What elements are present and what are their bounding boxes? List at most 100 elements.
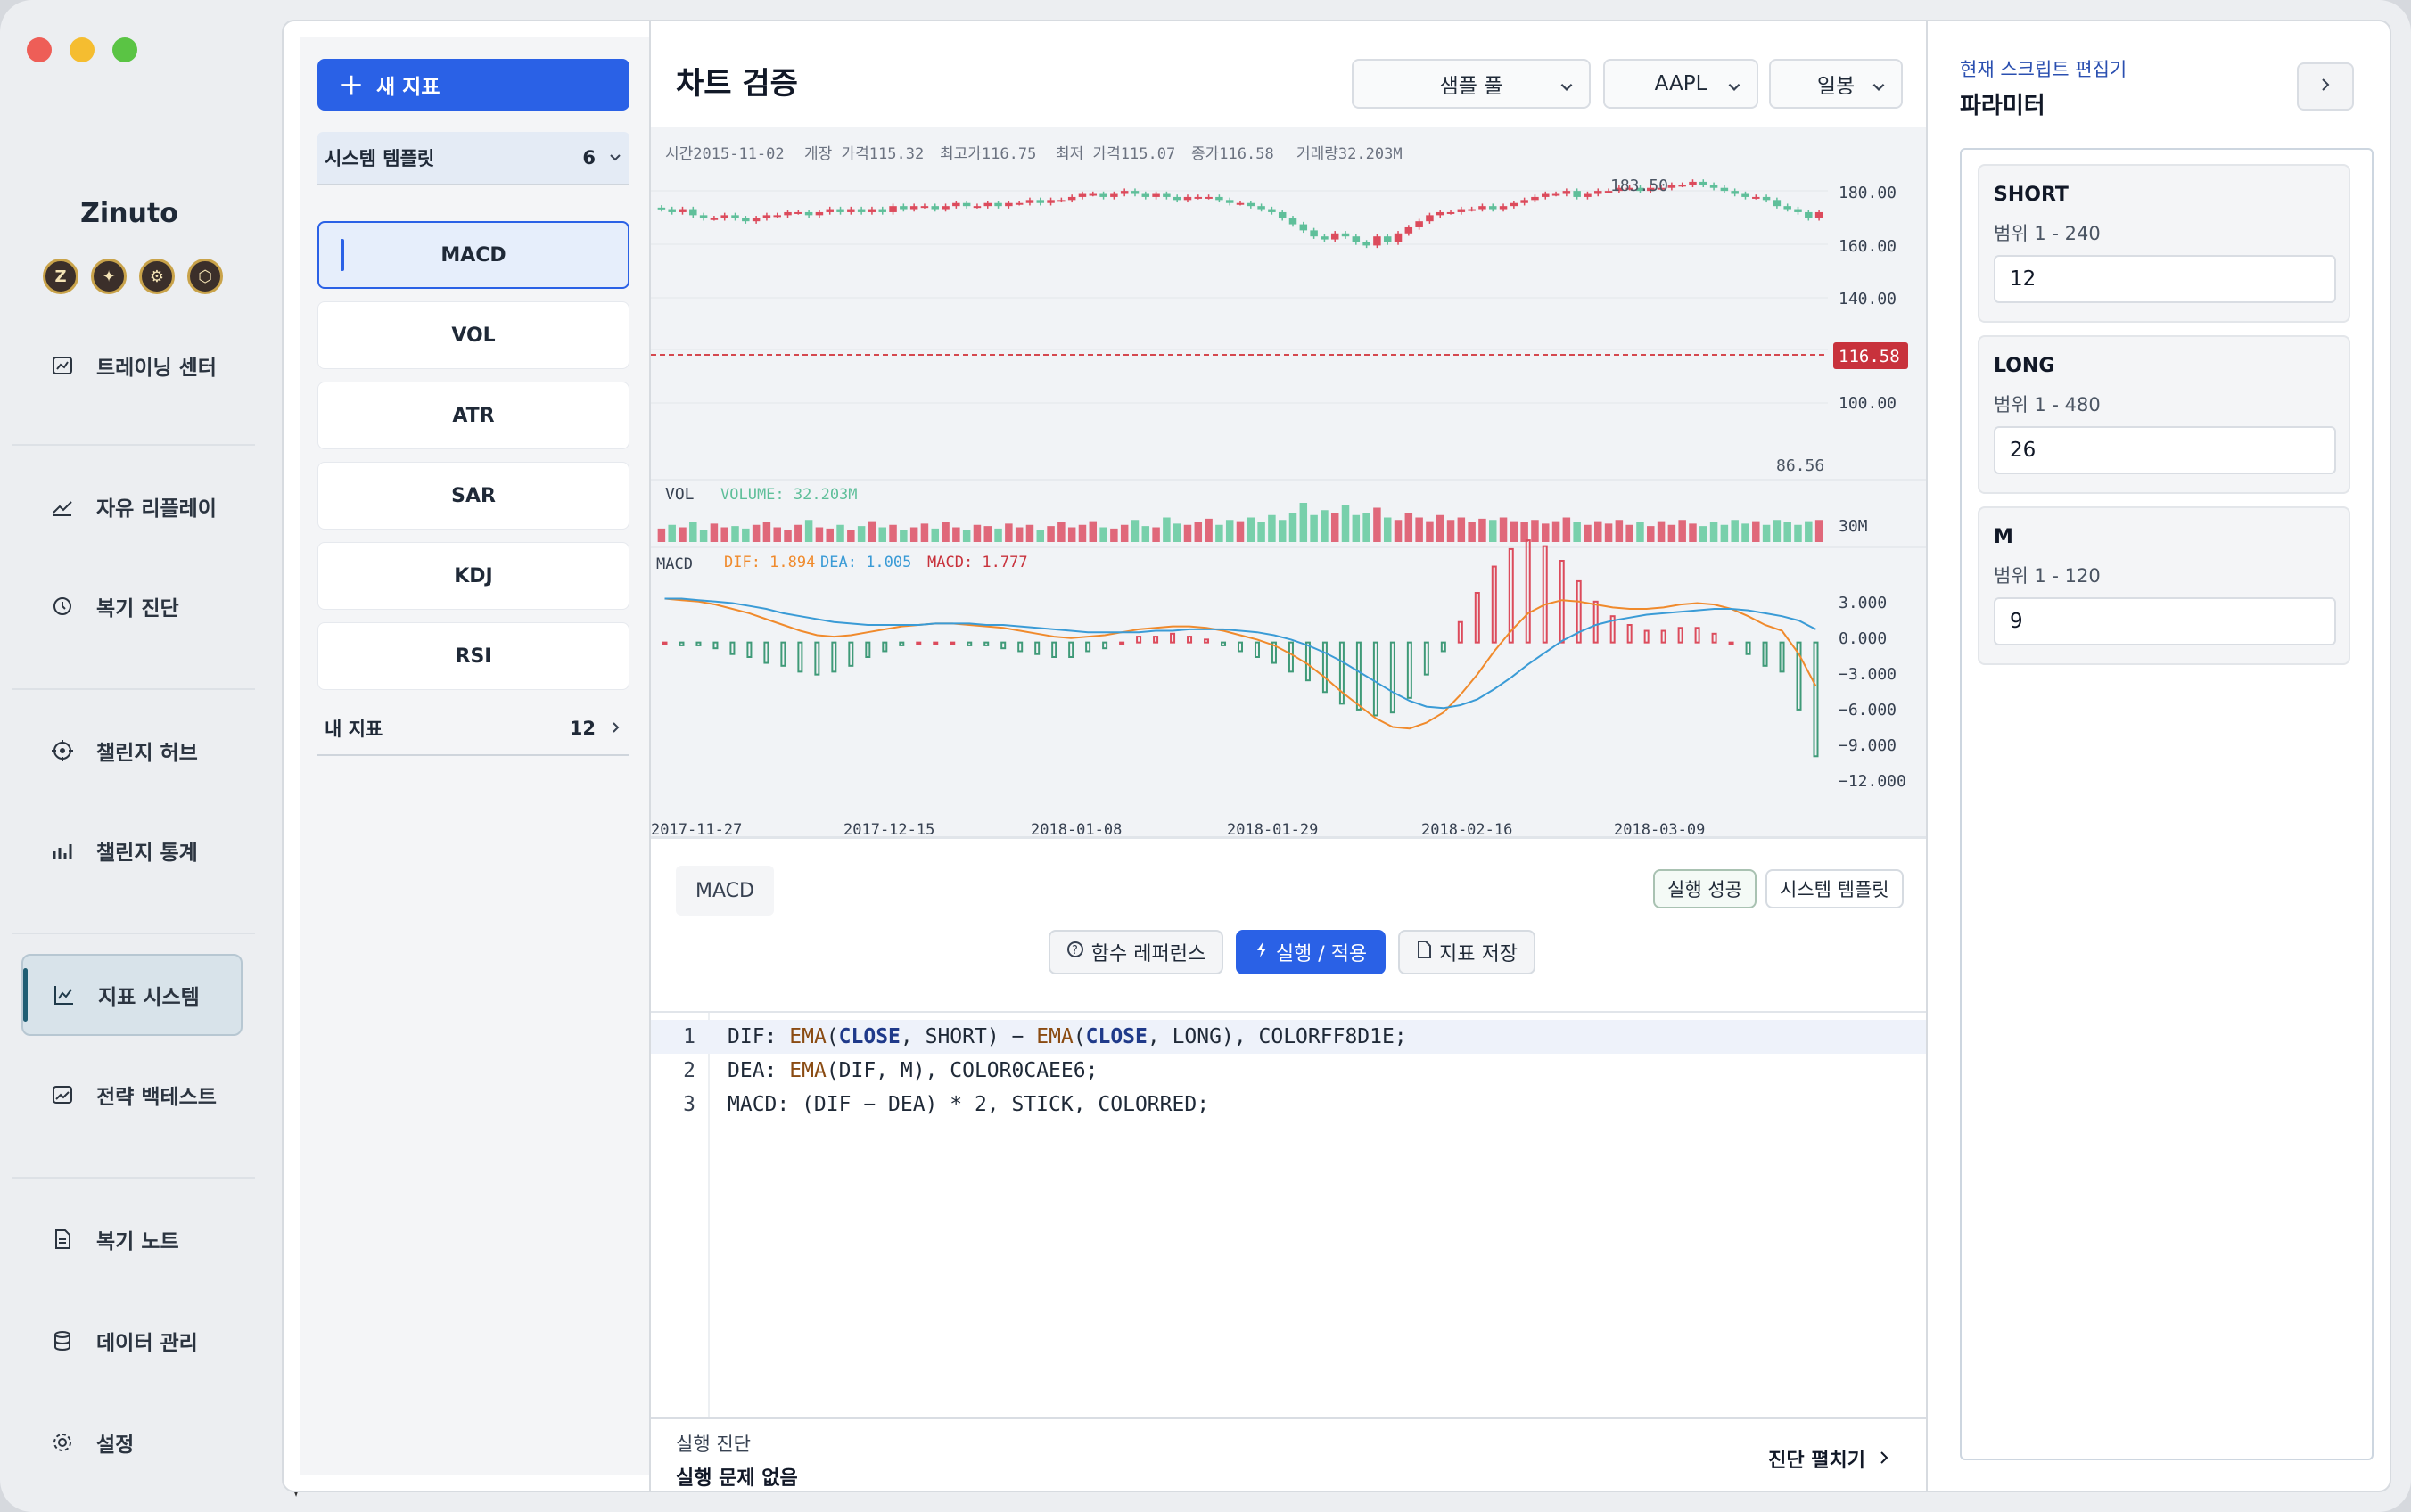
volume-bar [1762,524,1771,542]
macd-bar [1813,641,1819,758]
volume-bar [1446,520,1455,542]
volume-bar [1404,513,1413,542]
macd-bar [1170,632,1176,644]
indicator-item-sar[interactable]: SAR [317,462,629,530]
volume-bar [1321,510,1329,542]
volume-bar [1268,514,1276,542]
volume-bar [1163,517,1171,542]
price-chart[interactable]: 시간2015-11-02 개장 가격115.32 최고가116.75 최저 가격… [651,127,1926,839]
new-indicator-button[interactable]: ＋ 새 지표 [317,59,629,111]
candle-body [1404,226,1413,234]
sidebar: Zinuto Z ✦ ⚙ ⬡ 트레이닝 센터 자유 리플레이 복기 진단 챌린지… [0,0,313,1512]
volume-bar [909,527,918,542]
volume-bar [962,530,971,542]
nav-item-review-diagnosis[interactable]: 복기 진단 [21,565,243,647]
volume-bar [1510,521,1518,542]
date-tick: 2017-11-27 [651,821,742,836]
code-line[interactable]: 1 DIF: EMA(CLOSE, SHORT) − EMA(CLOSE, LON… [651,1020,1926,1054]
macd-bar [865,641,871,658]
macd-dea-label: DEA: 1.005 [820,554,911,571]
candle-body [826,209,834,212]
nav-item-indicator-system[interactable]: 지표 시스템 [21,954,243,1036]
code-line[interactable]: 3 MACD: (DIF − DEA) * 2, STICK, COLORRED; [651,1088,1926,1122]
macd-label: MACD [656,555,693,573]
collapse-panel-button[interactable] [2297,62,2354,111]
system-template-group[interactable]: 시스템 템플릿 6 [317,132,629,185]
ohlc-volume: 거래량32.203M [1296,145,1403,163]
macd-bar [899,641,905,646]
nav-item-strategy-backtest[interactable]: 전략 백테스트 [21,1054,243,1136]
volume-bar [1025,524,1034,542]
nav-item-free-replay[interactable]: 자유 리플레이 [21,465,243,547]
param-input-long[interactable]: 26 [1994,426,2336,474]
candle-body [952,202,960,207]
param-input-short[interactable]: 12 [1994,255,2336,303]
run-apply-button[interactable]: 실행 / 적용 [1236,930,1386,974]
indicator-item-vol[interactable]: VOL [317,301,629,369]
macd-bar [1153,636,1159,644]
candle-body [900,206,908,210]
macd-bar [1457,620,1463,644]
save-indicator-button[interactable]: 지표 저장 [1398,930,1535,974]
candle-body [868,209,876,212]
macd-bar [1119,641,1125,645]
macd-bar [1643,629,1650,644]
volume-bar [794,524,802,542]
indicator-item-macd[interactable]: MACD [317,221,629,289]
candle-body [1120,191,1129,194]
macd-bar [1238,641,1243,653]
plus-icon: ＋ [339,71,365,101]
macd-bar [1592,600,1599,644]
candle-body [1205,196,1213,199]
volume-bar [1657,521,1666,542]
code-line[interactable]: 2 DEA: EMA(DIF, M), COLOR0CAEE6; [651,1054,1926,1088]
candle-body [689,209,697,216]
indicator-list-panel: ＋ 새 지표 시스템 템플릿 6 MACD VOL ATR SAR KDJ RS… [300,37,651,1475]
file-icon [1416,941,1432,964]
volume-bar [1478,518,1486,542]
chart-svg[interactable]: 시간2015-11-02 개장 가격115.32 최고가116.75 최저 가격… [651,127,1926,839]
param-input-m[interactable]: 9 [1994,597,2336,645]
code-text: DEA: EMA(DIF, M), COLOR0CAEE6; [728,1059,1099,1082]
sample-pool-select[interactable]: 샘플 풀 [1352,59,1591,109]
nav-item-settings[interactable]: 설정 [21,1401,243,1483]
expand-diagnostics-button[interactable]: 진단 펼치기 [1768,1444,1890,1473]
volume-bar [1215,524,1223,542]
price-tick: 140.00 [1839,290,1897,308]
candle-body [1709,185,1718,188]
candle-body [1152,193,1160,197]
dea-line [664,597,1816,710]
nav-item-challenge-hub[interactable]: 챌린지 허브 [21,710,243,792]
ohlc-close: 종가116.58 [1191,145,1274,163]
indicator-item-rsi[interactable]: RSI [317,622,629,690]
macd-bar [1423,641,1429,676]
volume-bar [889,524,897,542]
my-indicator-group[interactable]: 내 지표 12 [317,703,629,756]
indicator-item-atr[interactable]: ATR [317,382,629,449]
volume-bar [942,522,950,542]
volume-bar [1625,524,1633,542]
volume-bar [1562,517,1571,542]
nav-item-challenge-stats[interactable]: 챌린지 통계 [21,809,243,892]
macd-tick: −3.000 [1839,665,1897,684]
volume-bar [1183,524,1192,542]
candle-body [1215,196,1223,201]
app-window: Zinuto Z ✦ ⚙ ⬡ 트레이닝 센터 자유 리플레이 복기 진단 챌린지… [0,0,2411,1512]
code-editor[interactable]: 1 DIF: EMA(CLOSE, SHORT) − EMA(CLOSE, LON… [651,1011,1926,1418]
nav-item-review-note[interactable]: 복기 노트 [21,1198,243,1280]
nav-item-training-center[interactable]: 트레이닝 센터 [21,325,243,407]
indicator-item-kdj[interactable]: KDJ [317,542,629,610]
period-select[interactable]: 일봉 [1769,59,1903,109]
candle-body [1446,211,1455,214]
symbol-select[interactable]: AAPL [1603,59,1758,109]
nav-item-data-management[interactable]: 데이터 관리 [21,1300,243,1382]
candle-body [1330,233,1339,240]
script-editor-link[interactable]: 현재 스크립트 편집기 [1960,55,2127,82]
macd-bar [1017,641,1024,653]
nav-label: 복기 진단 [96,597,179,620]
candle-body [1436,211,1444,216]
candle-body [1341,233,1350,237]
volume-bar [1173,523,1181,542]
system-template-tag[interactable]: 시스템 템플릿 [1765,869,1904,908]
function-reference-button[interactable]: ? 함수 레퍼런스 [1049,930,1223,974]
